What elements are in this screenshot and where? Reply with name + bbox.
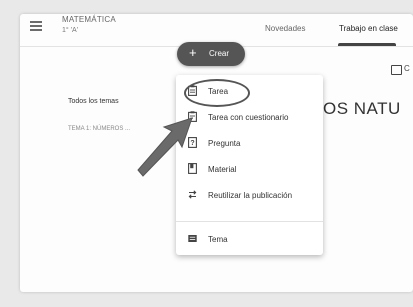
class-title[interactable]: MATEMÁTICA [62, 15, 116, 24]
tab-trabajo-en-clase[interactable]: Trabajo en clase [339, 24, 398, 33]
sidebar-item-all-topics[interactable]: Todos los temas [68, 98, 119, 105]
menu-divider [176, 221, 323, 222]
menu-item-tarea-con-cuestionario[interactable]: Tarea con cuestionario [176, 105, 323, 129]
highlight-ring [184, 79, 250, 107]
active-tab-indicator [338, 43, 396, 46]
menu-item-tema[interactable]: Tema [176, 227, 323, 251]
topic-icon [188, 235, 197, 242]
menu-item-label: Material [208, 165, 237, 174]
reuse-post-icon [188, 190, 197, 199]
pointer-arrow-icon [137, 117, 193, 177]
calendar-link-label[interactable]: C [404, 64, 410, 73]
tab-novedades[interactable]: Novedades [265, 24, 305, 33]
hamburger-menu-icon[interactable] [30, 21, 42, 31]
class-section: 1° 'A' [62, 27, 78, 34]
create-button[interactable]: + Crear [177, 42, 245, 66]
topic-heading: OS NATU [323, 99, 401, 118]
menu-item-reutilizar[interactable]: Reutilizar la publicación [176, 183, 323, 207]
menu-item-label: Reutilizar la publicación [208, 191, 293, 200]
menu-item-label: Tarea con cuestionario [208, 113, 289, 122]
menu-item-pregunta[interactable]: ? Pregunta [176, 131, 323, 155]
create-button-label: Crear [209, 49, 230, 58]
plus-icon: + [189, 45, 197, 60]
menu-item-label: Pregunta [208, 139, 241, 148]
sidebar-item-topic-1[interactable]: TEMA 1: NÚMEROS ... [68, 126, 130, 132]
calendar-icon[interactable] [391, 65, 402, 75]
menu-item-material[interactable]: Material [176, 157, 323, 181]
menu-item-label: Tema [208, 235, 228, 244]
